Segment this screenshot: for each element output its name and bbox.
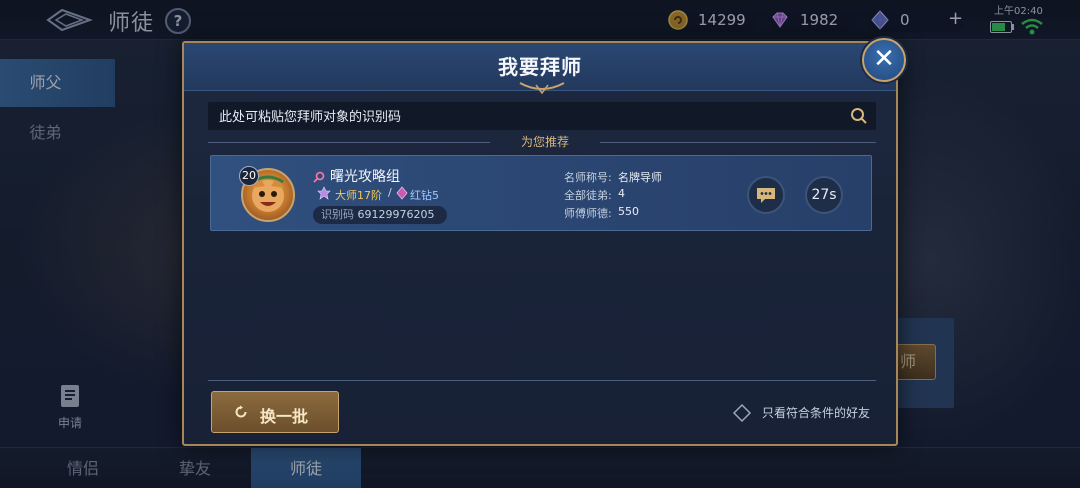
divider-line <box>208 142 490 143</box>
search-placeholder: 此处可粘贴您拜师对象的识别码 <box>219 110 402 125</box>
stat-value: 550 <box>618 205 639 218</box>
ornament-icon <box>519 82 565 95</box>
level-badge: 20 <box>239 166 259 186</box>
rank-icon <box>317 186 331 200</box>
friend-filter-checkbox[interactable] <box>732 403 752 423</box>
rank-separator: / <box>388 186 392 199</box>
vip-text: 红钻5 <box>410 189 439 202</box>
find-master-dialog: 我要拜师 此处可粘贴您拜师对象的识别码 为您推荐 20 曙光攻略组 大师17阶 … <box>182 41 898 446</box>
refresh-label: 换一批 <box>260 407 309 426</box>
countdown-button[interactable]: 27s <box>805 176 843 214</box>
stat-label: 全部徒弟: <box>564 189 612 202</box>
recommend-label: 为您推荐 <box>520 135 569 149</box>
stat-label: 名师称号: <box>564 171 612 184</box>
search-icon[interactable] <box>850 107 868 125</box>
close-button[interactable]: ✕ <box>862 38 906 82</box>
footer-divider <box>208 380 876 381</box>
chat-bubble-icon <box>757 188 775 203</box>
stat-apprentices: 全部徒弟: 4 <box>564 187 625 203</box>
divider-line <box>600 142 876 143</box>
friend-filter-label[interactable]: 只看符合条件的好友 <box>762 404 870 421</box>
rank-text: 大师17阶 <box>335 189 382 202</box>
id-code: 识别码 69129976205 <box>313 206 447 224</box>
chat-button[interactable] <box>747 176 785 214</box>
refresh-icon <box>235 405 247 418</box>
player-name: 曙光攻略组 <box>330 169 400 185</box>
stat-value: 名牌导师 <box>618 171 662 184</box>
stat-title: 名师称号: 名牌导师 <box>564 169 662 185</box>
gender-icon <box>313 171 325 183</box>
stat-value: 4 <box>618 187 625 200</box>
stat-label: 师傅师德: <box>564 207 612 220</box>
recommend-divider: 为您推荐 <box>208 133 876 151</box>
master-card[interactable]: 20 曙光攻略组 大师17阶 / 红钻5 识别码 69129976205 名师称… <box>210 155 872 231</box>
id-label: 识别码 <box>321 208 354 221</box>
id-value: 69129976205 <box>357 208 435 221</box>
stat-virtue: 师傅师德: 550 <box>564 205 639 221</box>
search-input[interactable]: 此处可粘贴您拜师对象的识别码 <box>208 102 876 130</box>
refresh-button[interactable]: 换一批 <box>211 391 339 433</box>
red-diamond-icon <box>396 186 408 200</box>
